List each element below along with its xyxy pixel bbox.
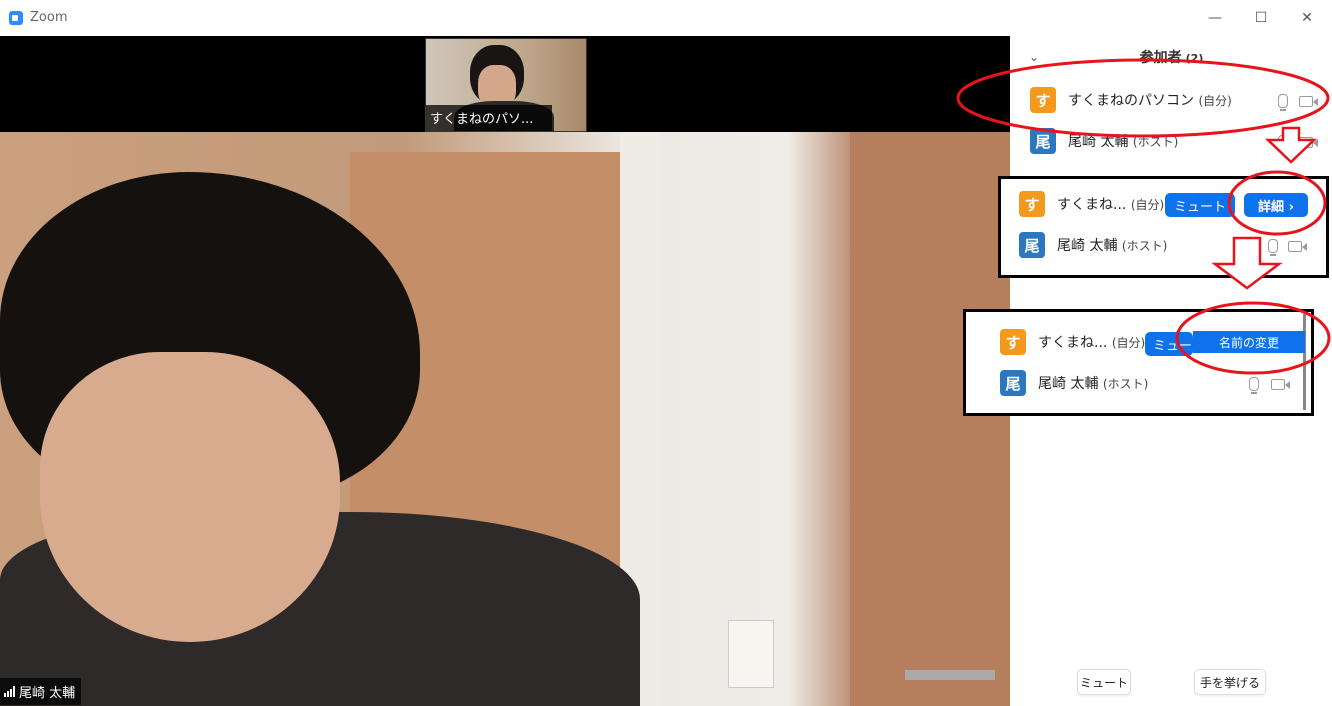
participant-row-self[interactable]: す すくまね... (自分) — [1000, 329, 1145, 355]
camera-icon[interactable] — [1299, 96, 1318, 107]
participant-name: 尾崎 太輔 (ホスト) — [1068, 134, 1179, 150]
thumbnail-name-label: すくまねのパソ... — [426, 105, 552, 131]
mic-icon[interactable] — [1268, 239, 1278, 256]
raise-hand-button[interactable]: 手を挙げる — [1194, 669, 1266, 695]
mute-button[interactable]: ミュート — [1145, 332, 1193, 356]
mic-icon[interactable] — [1249, 377, 1259, 394]
participant-row-self[interactable]: す すくまねのパソコン (自分) — [1030, 87, 1232, 113]
video-area: すくまねのパソ... 尾崎 太輔 — [0, 36, 1010, 706]
main-name-text: 尾崎 太輔 — [19, 686, 76, 701]
camera-icon[interactable] — [1271, 379, 1290, 390]
avatar: す — [1019, 191, 1045, 217]
mic-icon[interactable] — [1278, 94, 1288, 111]
inset-menu-state: す すくまね... (自分) ミュート 名前の変更 尾 尾崎 太輔 (ホスト) — [963, 309, 1314, 416]
close-icon[interactable]: ✕ — [1284, 4, 1330, 32]
minimize-icon[interactable]: — — [1192, 4, 1238, 32]
participant-row-host[interactable]: 尾 尾崎 太輔 (ホスト) — [1030, 128, 1178, 154]
door-handle — [905, 670, 995, 680]
maximize-icon[interactable]: ☐ — [1238, 4, 1284, 32]
rename-menu-item[interactable]: 名前の変更 — [1193, 331, 1305, 353]
participant-row-host[interactable]: 尾 尾崎 太輔 (ホスト) — [1019, 232, 1167, 258]
avatar: す — [1000, 329, 1026, 355]
avatar: す — [1030, 87, 1056, 113]
participant-name: すくまね... (自分) — [1057, 197, 1165, 213]
participant-name: すくまね... (自分) — [1038, 335, 1146, 351]
avatar: 尾 — [1019, 232, 1045, 258]
mic-icon[interactable] — [1278, 135, 1288, 152]
light-switch — [728, 620, 774, 688]
participant-name: 尾崎 太輔 (ホスト) — [1038, 376, 1149, 392]
main-name-label: 尾崎 太輔 — [0, 678, 82, 705]
title-bar: Zoom — ☐ ✕ — [0, 0, 1332, 37]
person-face — [40, 352, 340, 642]
inset-menu-panel: す すくまね... (自分) ミュート 名前の変更 尾 尾崎 太輔 (ホスト) — [981, 314, 1306, 410]
thumbnail-video[interactable]: すくまねのパソ... — [425, 38, 587, 132]
camera-icon[interactable] — [1299, 137, 1318, 148]
mute-all-button[interactable]: ミュート — [1077, 669, 1131, 695]
avatar: 尾 — [1030, 128, 1056, 154]
camera-icon[interactable] — [1288, 241, 1307, 252]
inset-hover-state: す すくまね... (自分) ミュート 詳細 › 尾 尾崎 太輔 (ホスト) — [998, 176, 1329, 278]
participant-name: 尾崎 太輔 (ホスト) — [1057, 238, 1168, 254]
mute-button[interactable]: ミュート — [1165, 193, 1235, 217]
avatar: 尾 — [1000, 370, 1026, 396]
background-door — [850, 132, 1010, 706]
main-video[interactable] — [0, 132, 1010, 706]
participant-row-host[interactable]: 尾 尾崎 太輔 (ホスト) — [1000, 370, 1148, 396]
participants-title: 参加者 (2) — [1139, 50, 1204, 66]
zoom-app-icon — [9, 11, 23, 25]
window-title: Zoom — [30, 10, 68, 25]
more-button[interactable]: 詳細 › — [1244, 193, 1308, 217]
participant-count: (2) — [1185, 52, 1204, 65]
signal-icon — [4, 686, 15, 697]
participant-name: すくまねのパソコン (自分) — [1068, 93, 1232, 109]
participant-row-self[interactable]: す すくまね... (自分) — [1019, 191, 1164, 217]
